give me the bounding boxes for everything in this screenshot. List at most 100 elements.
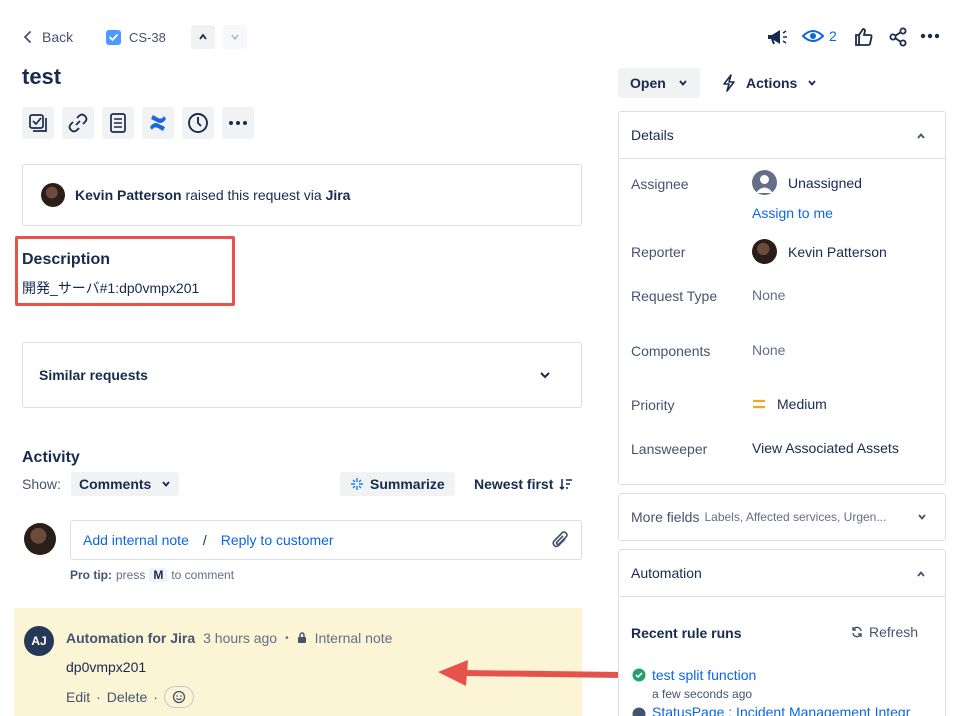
success-check-icon	[632, 668, 646, 682]
issue-key-link[interactable]: CS-38	[106, 27, 166, 47]
reporter-value: Kevin Patterson	[788, 243, 887, 260]
components-value[interactable]: None	[752, 342, 785, 358]
status-dropdown[interactable]: Open	[618, 68, 700, 98]
comment-header: Automation for Jira 3 hours ago • Intern…	[66, 630, 392, 646]
action-separator: ·	[96, 689, 101, 705]
edit-comment-button[interactable]: Edit	[66, 689, 90, 705]
activity-filter-value: Comments	[79, 476, 152, 492]
pro-tip: Pro tip: press M to comment	[70, 568, 234, 582]
status-dot-icon	[632, 707, 646, 716]
refresh-button[interactable]: Refresh	[851, 624, 918, 640]
more-actions-button[interactable]	[222, 107, 254, 139]
priority-value: Medium	[777, 396, 827, 412]
more-fields-summary: Labels, Affected services, Urgen...	[704, 510, 887, 524]
chevron-down-icon	[678, 78, 688, 88]
rule-run-name[interactable]: test split function	[652, 667, 756, 683]
similar-requests-panel[interactable]: Similar requests	[22, 342, 582, 408]
create-subtask-button[interactable]	[22, 107, 54, 139]
add-form-button[interactable]	[102, 107, 134, 139]
previous-issue-button[interactable]	[191, 25, 215, 49]
priority-field[interactable]: Medium	[752, 396, 827, 412]
automation-heading: Automation	[631, 565, 702, 581]
reply-to-customer-link[interactable]: Reply to customer	[221, 532, 334, 548]
request-type-value[interactable]: None	[752, 287, 785, 303]
reporter-avatar	[752, 239, 777, 264]
comment-dot: •	[285, 632, 289, 644]
pro-tip-rest: to comment	[171, 568, 235, 582]
ellipsis-icon	[229, 121, 247, 125]
sort-descending-icon	[559, 477, 573, 491]
description-heading: Description	[22, 251, 111, 268]
assignee-field[interactable]: Unassigned	[752, 170, 862, 195]
reporter-label: Reporter	[631, 244, 686, 260]
current-user-avatar	[24, 523, 56, 555]
issue-title[interactable]: test	[22, 64, 61, 90]
sort-label: Newest first	[474, 476, 554, 492]
rule-run-item[interactable]: test split function	[632, 667, 756, 683]
clock-icon	[187, 112, 209, 134]
view-associated-assets-link[interactable]: View Associated Assets	[752, 440, 899, 456]
more-options-icon[interactable]	[920, 33, 940, 39]
activity-heading: Activity	[22, 449, 80, 466]
comment-time[interactable]: 3 hours ago	[203, 630, 277, 646]
actions-dropdown[interactable]: Actions	[722, 68, 817, 98]
pro-tip-press: press	[116, 568, 146, 582]
raised-by-name[interactable]: Kevin Patterson	[75, 187, 182, 203]
pro-tip-label: Pro tip:	[70, 568, 112, 582]
more-fields-panel[interactable]: More fields Labels, Affected services, U…	[618, 493, 946, 541]
assign-to-me-link[interactable]: Assign to me	[752, 205, 833, 221]
lock-icon	[297, 632, 307, 644]
watch-button[interactable]: 2	[802, 27, 837, 45]
pro-tip-key: M	[149, 568, 168, 582]
details-heading: Details	[631, 127, 674, 143]
add-reaction-button[interactable]	[163, 686, 194, 708]
comment-author[interactable]: Automation for Jira	[66, 630, 195, 646]
share-icon[interactable]	[888, 27, 908, 47]
delete-comment-button[interactable]: Delete	[107, 689, 147, 705]
priority-label: Priority	[631, 397, 675, 413]
reporter-field[interactable]: Kevin Patterson	[752, 239, 887, 264]
raised-via: Jira	[325, 187, 351, 203]
chevron-up-icon[interactable]	[916, 131, 926, 141]
raised-by-card: Kevin Patterson raised this request via …	[22, 164, 582, 226]
next-issue-button[interactable]	[223, 25, 247, 49]
lightning-icon	[722, 74, 736, 92]
rule-run-item[interactable]: StatusPage : Incident Management Integr	[632, 707, 938, 716]
log-time-button[interactable]	[182, 107, 214, 139]
subtask-icon	[29, 114, 47, 132]
link-icon	[68, 113, 88, 133]
issue-key: CS-38	[129, 29, 166, 45]
priority-medium-icon	[752, 398, 766, 410]
comment-visibility: Internal note	[314, 630, 393, 646]
eye-icon	[802, 27, 824, 45]
chevron-down-icon	[917, 512, 927, 522]
lansweeper-label: Lansweeper	[631, 441, 708, 457]
request-type-icon	[106, 29, 121, 45]
chevron-up-icon[interactable]	[916, 569, 926, 579]
watch-count: 2	[829, 28, 837, 44]
paperclip-icon[interactable]	[551, 530, 569, 550]
summarize-button[interactable]: Summarize	[340, 472, 455, 496]
link-issue-button[interactable]	[62, 107, 94, 139]
add-internal-note-link[interactable]: Add internal note	[83, 532, 189, 548]
recent-rule-runs-label: Recent rule runs	[631, 625, 742, 641]
confluence-button[interactable]	[142, 107, 174, 139]
show-label: Show:	[22, 476, 61, 492]
description-text[interactable]: 開発_サーバ#1:dp0vmpx201	[22, 278, 199, 298]
thumbs-up-icon[interactable]	[854, 27, 874, 47]
activity-filter-select[interactable]: Comments	[71, 472, 180, 496]
feedback-megaphone-icon[interactable]	[766, 27, 788, 47]
unassigned-avatar-icon	[752, 170, 777, 195]
raised-by-text: raised this request via	[185, 187, 322, 203]
rule-run-name[interactable]: StatusPage : Incident Management Integr	[652, 707, 910, 716]
back-button[interactable]: Back	[22, 27, 73, 47]
action-separator: ·	[153, 689, 158, 705]
reporter-avatar	[41, 183, 65, 207]
actions-label: Actions	[746, 75, 798, 91]
comment-composer[interactable]: Add internal note / Reply to customer	[70, 520, 582, 560]
composer-separator: /	[202, 532, 207, 548]
status-label: Open	[630, 75, 666, 91]
annotation-arrow	[436, 656, 626, 690]
sort-order-button[interactable]: Newest first	[474, 472, 573, 496]
document-icon	[110, 113, 126, 133]
